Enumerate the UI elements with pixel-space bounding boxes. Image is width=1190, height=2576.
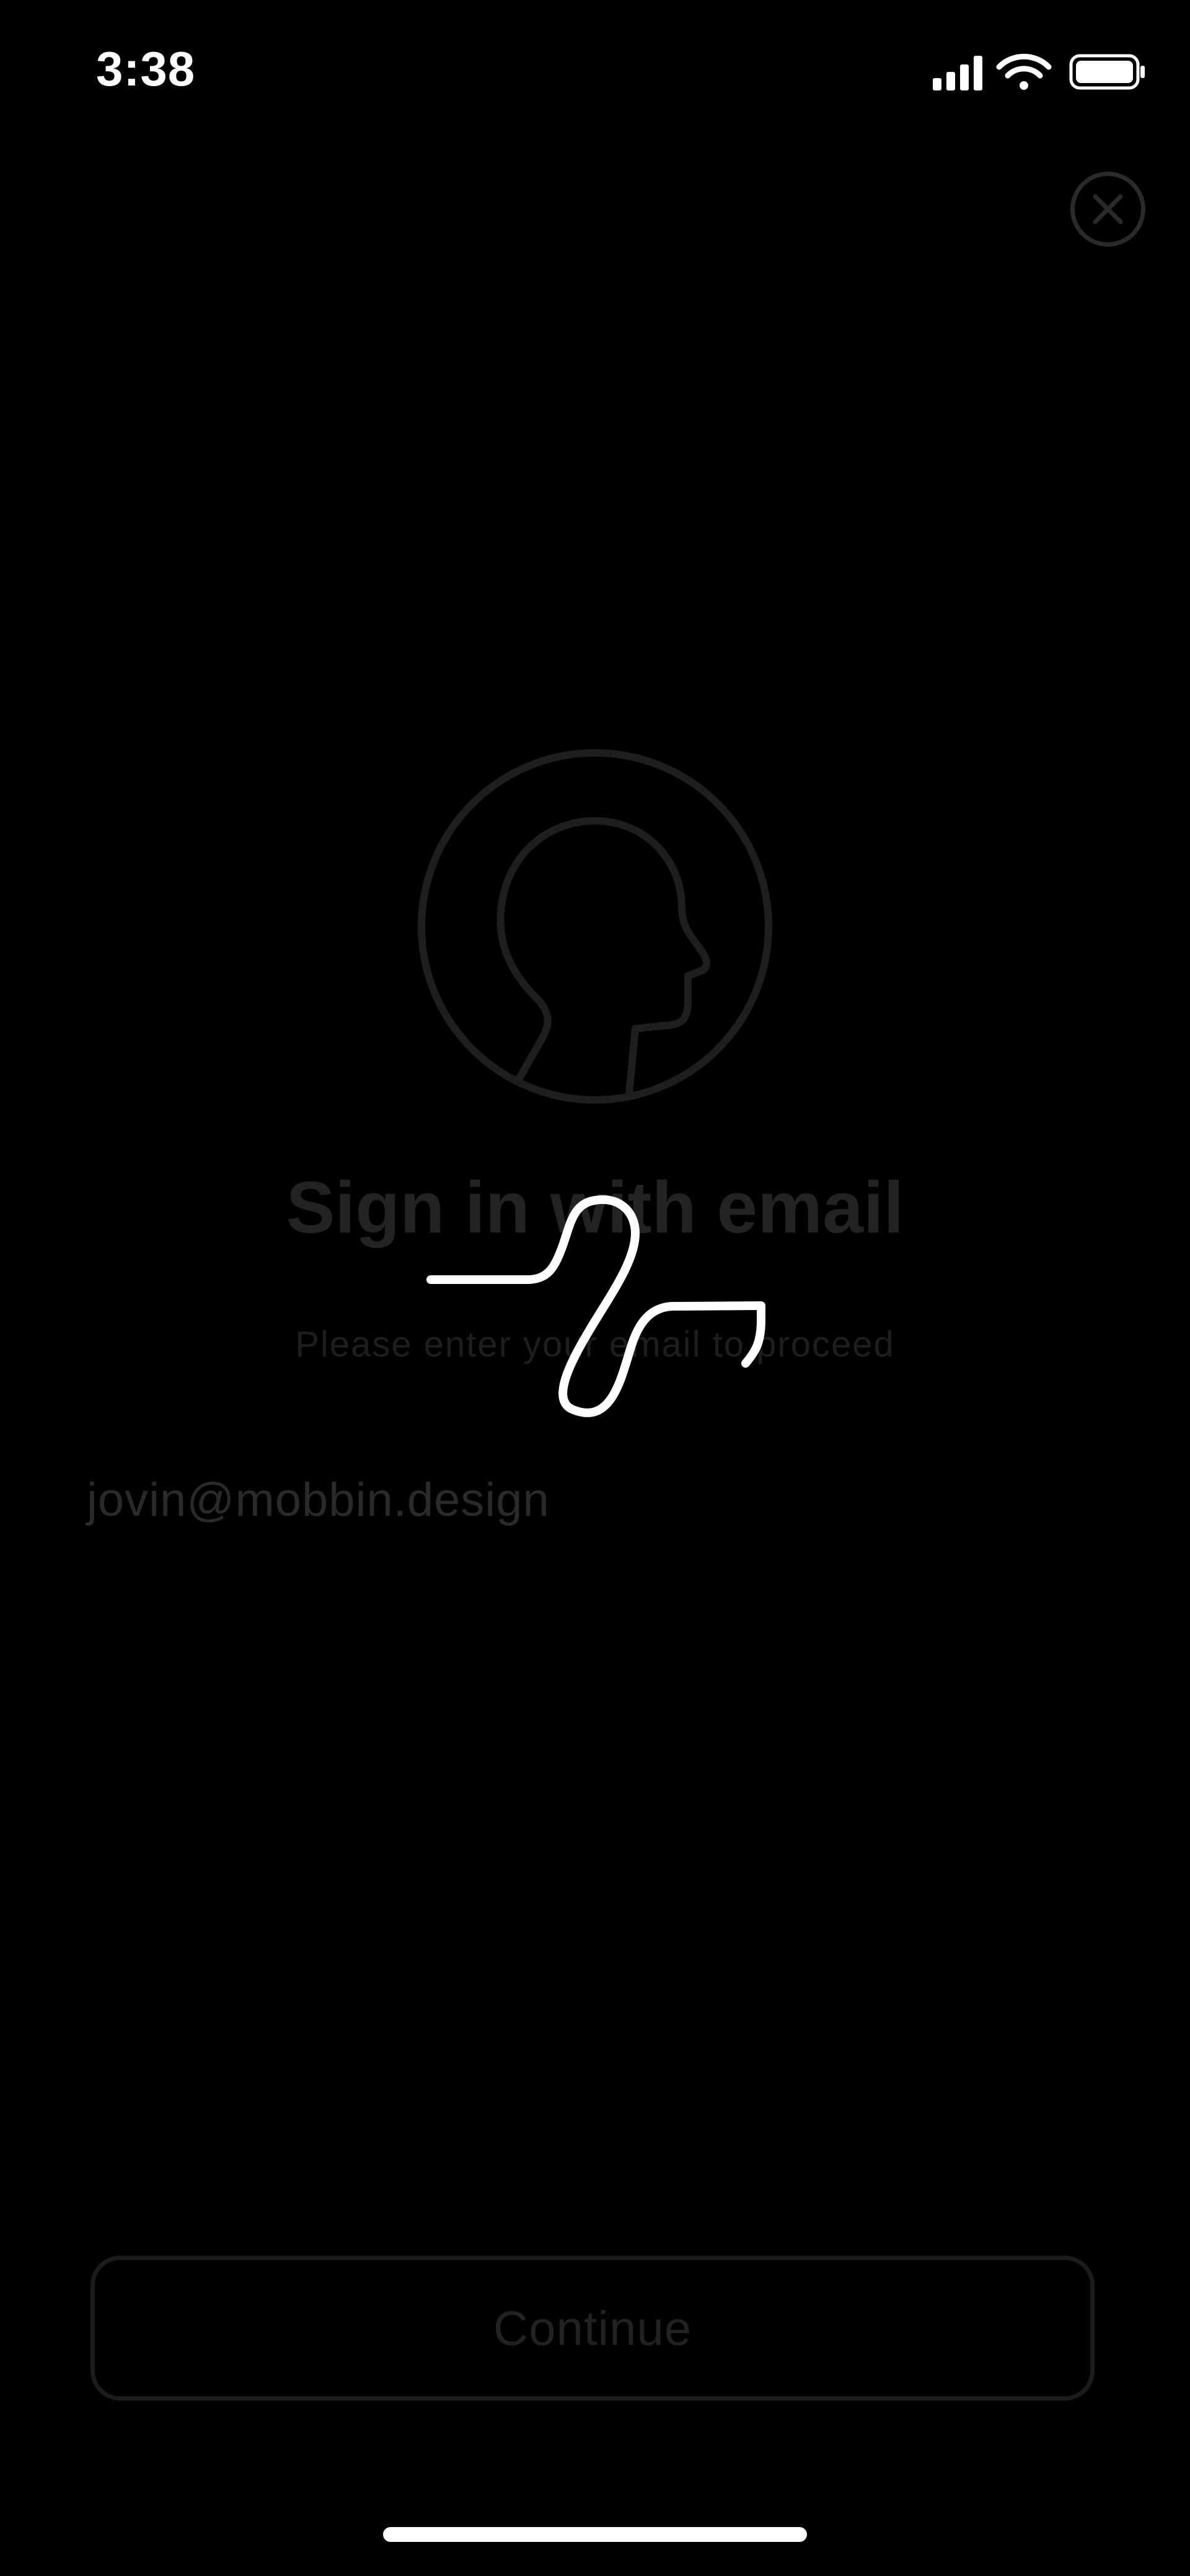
- signal-icon: [933, 56, 982, 90]
- wifi-icon: [996, 53, 1052, 90]
- status-time: 3:38: [96, 42, 196, 96]
- battery-icon: [1069, 54, 1145, 90]
- close-button[interactable]: [1069, 170, 1147, 248]
- close-icon: [1070, 172, 1145, 247]
- loading-spinner-icon: [426, 1195, 765, 1417]
- status-icons: [933, 53, 1145, 90]
- continue-button[interactable]: Continue: [90, 2256, 1095, 2401]
- person-profile-icon: [418, 749, 772, 1104]
- email-field[interactable]: jovin@mobbin.design: [87, 1472, 550, 1528]
- home-indicator[interactable]: [383, 2527, 807, 2542]
